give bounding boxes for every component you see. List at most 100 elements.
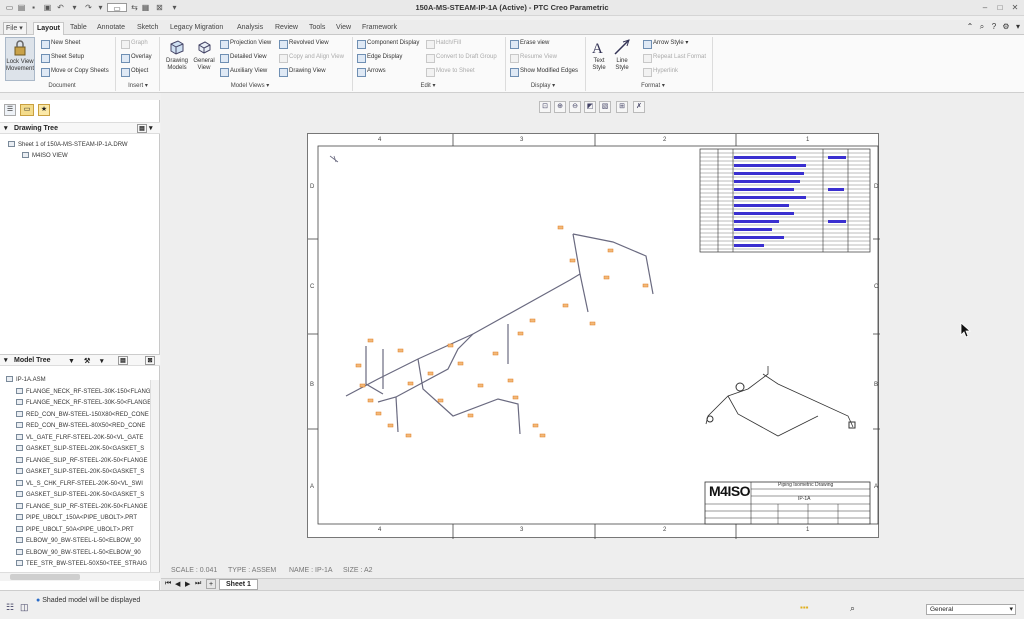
- tree-item-part[interactable]: GASKET_SLIP-STEEL-20K-50<GASKET_S: [16, 490, 150, 500]
- tree-item-part[interactable]: VL_GATE_FLRF-STEEL-20K-50<VL_GATE: [16, 433, 150, 443]
- refit-icon[interactable]: ⊡: [539, 101, 551, 113]
- tree-item-part[interactable]: ELBOW_90_BW-STEEL-L-50<ELBOW_90: [16, 536, 150, 546]
- navigator-toggle-icon[interactable]: ☷: [6, 602, 14, 613]
- edge-display-button[interactable]: Edge Display: [356, 52, 402, 63]
- hscroll-thumb[interactable]: [10, 574, 80, 580]
- copy-align-view-button[interactable]: Copy and Align View: [278, 52, 344, 63]
- close-button[interactable]: ✕: [1009, 2, 1021, 13]
- favorites-tab-icon[interactable]: ★: [38, 104, 50, 116]
- annotation-display-icon[interactable]: ✗: [633, 101, 645, 113]
- edit-group-label[interactable]: Edit ▾: [410, 81, 446, 91]
- tab-analysis[interactable]: Analysis: [235, 22, 265, 35]
- tab-view[interactable]: View: [334, 22, 353, 35]
- tree-item-part[interactable]: FLANGE_SLIP_RF-STEEL-20K-50<FLANGE: [16, 456, 150, 466]
- prev-sheet-icon[interactable]: ◀: [175, 580, 180, 588]
- datum-display-icon[interactable]: ⊞: [616, 101, 628, 113]
- format-group-label[interactable]: Format ▾: [630, 81, 676, 91]
- close-panel-icon[interactable]: ⊠: [145, 356, 155, 365]
- graph-button[interactable]: Graph: [120, 38, 148, 49]
- tree-item-part[interactable]: GASKET_SLIP-STEEL-20K-50<GASKET_S: [16, 467, 150, 477]
- tree-item-assembly[interactable]: IP-1A.ASM: [6, 375, 146, 385]
- model-views-group-label[interactable]: Model Views ▾: [200, 81, 300, 91]
- tab-framework[interactable]: Framework: [360, 22, 399, 35]
- detailed-view-button[interactable]: Detailed View: [219, 52, 267, 63]
- help-icon[interactable]: ?: [989, 22, 999, 32]
- move-copy-sheets-button[interactable]: Move or Copy Sheets: [40, 66, 109, 77]
- settings-icon[interactable]: ⚙: [1001, 22, 1011, 32]
- auxiliary-view-button[interactable]: Auxiliary View: [219, 66, 267, 77]
- convert-draft-group-button[interactable]: Convert to Draft Group: [425, 52, 497, 63]
- tree-item-part[interactable]: PIPE_UBOLT_50A<PIPE_UBOLT>.PRT: [16, 525, 150, 535]
- drawing-view-button[interactable]: Drawing View: [278, 66, 326, 77]
- collapse-arrow-icon[interactable]: ▾: [4, 123, 8, 135]
- text-style-button[interactable]: A Text Style: [588, 37, 610, 81]
- model-tree-options-icon[interactable]: ▤: [118, 356, 128, 365]
- find-icon[interactable]: ⌕: [850, 603, 855, 614]
- tree-item-part[interactable]: GASKET_SLIP-STEEL-20K-50<GASKET_S: [16, 444, 150, 454]
- line-style-button[interactable]: Line Style: [611, 37, 633, 81]
- tab-review[interactable]: Review: [273, 22, 300, 35]
- erase-view-button[interactable]: Erase view: [509, 38, 549, 49]
- show-modified-edges-button[interactable]: Show Modified Edges: [509, 66, 578, 77]
- add-sheet-icon[interactable]: +: [206, 579, 216, 589]
- browser-toggle-icon[interactable]: ◫: [20, 602, 29, 613]
- insert-group-label[interactable]: Insert ▾: [120, 81, 156, 91]
- revolved-view-button[interactable]: Revolved View: [278, 38, 329, 49]
- last-sheet-icon[interactable]: ⏭: [195, 580, 201, 588]
- ribbon-collapse-icon[interactable]: ⌃: [965, 22, 975, 32]
- drawing-models-button[interactable]: Drawing Models: [162, 37, 192, 81]
- drawing-sheet[interactable]: M4ISO Piping Isometric Drawing IP-1A 4 4 3…: [307, 133, 880, 539]
- maximize-button[interactable]: □: [994, 2, 1006, 13]
- tab-legacy-migration[interactable]: Legacy Migration: [168, 22, 225, 35]
- tree-item-part[interactable]: TEE_STR_BW-STEEL-50X50<TEE_STRAIG: [16, 559, 150, 569]
- tree-tools-icon[interactable]: ⚒: [84, 356, 90, 368]
- expand-icon[interactable]: ▾: [1013, 22, 1023, 32]
- tab-layout[interactable]: Layout: [33, 22, 64, 35]
- tree-item-part[interactable]: FLANGE_NECK_RF-STEEL-30K-150<FLANG: [16, 387, 150, 397]
- tree-item-part[interactable]: RED_CON_BW-STEEL-80X50<RED_CONE: [16, 421, 150, 431]
- sheet-setup-button[interactable]: Sheet Setup: [40, 52, 84, 63]
- object-button[interactable]: Object: [120, 66, 148, 77]
- tree-item-part[interactable]: RED_CON_BW-STEEL-150X80<RED_CONE: [16, 410, 150, 420]
- move-to-sheet-button[interactable]: Move to Sheet: [425, 66, 475, 77]
- tree-settings-icon[interactable]: ▾: [100, 356, 104, 368]
- filter-icon[interactable]: ▼: [68, 356, 75, 368]
- general-view-button[interactable]: General View: [189, 37, 219, 81]
- tree-item-part[interactable]: FLANGE_SLIP_RF-STEEL-20K-50<FLANGE: [16, 502, 150, 512]
- folder-browser-tab-icon[interactable]: ▭: [20, 104, 34, 116]
- tab-file[interactable]: File ▾: [3, 22, 27, 35]
- model-tree-hscrollbar[interactable]: [0, 572, 160, 581]
- arrows-button[interactable]: Arrows: [356, 66, 386, 77]
- new-sheet-button[interactable]: New Sheet: [40, 38, 80, 49]
- resume-view-button[interactable]: Resume View: [509, 52, 557, 63]
- display-style-icon[interactable]: ▧: [599, 101, 611, 113]
- display-group-label[interactable]: Display ▾: [520, 81, 566, 91]
- first-sheet-icon[interactable]: ⏮: [165, 580, 171, 588]
- zoom-in-icon[interactable]: ⊕: [554, 101, 566, 113]
- tree-item-part[interactable]: ELBOW_90_BW-STEEL-L-50<ELBOW_90: [16, 548, 150, 558]
- collapse-arrow-icon[interactable]: ▾: [4, 355, 8, 367]
- tab-tools[interactable]: Tools: [307, 22, 327, 35]
- next-sheet-icon[interactable]: ▶: [185, 580, 190, 588]
- repaint-icon[interactable]: ◩: [584, 101, 596, 113]
- arrow-style-button[interactable]: Arrow Style ▾: [642, 38, 688, 49]
- tree-item-part[interactable]: PIPE_UBOLT_150A<PIPE_UBOLT>.PRT: [16, 513, 150, 523]
- tree-item-part[interactable]: VL_S_CHK_FLRF-STEEL-20K-50<VL_SWI: [16, 479, 150, 489]
- sheet-tab-1[interactable]: Sheet 1: [219, 579, 258, 590]
- minimize-button[interactable]: –: [979, 2, 991, 13]
- hatch-fill-button[interactable]: Hatch/Fill: [425, 38, 461, 49]
- zoom-out-icon[interactable]: ⊖: [569, 101, 581, 113]
- tab-sketch[interactable]: Sketch: [135, 22, 160, 35]
- tree-item-sheet[interactable]: Sheet 1 of 150A-MS-STEAM-IP-1A.DRW: [8, 140, 128, 150]
- repeat-last-format-button[interactable]: Repeat Last Format: [642, 52, 706, 63]
- tab-table[interactable]: Table: [68, 22, 89, 35]
- tree-item-view[interactable]: M4ISO VIEW: [22, 151, 68, 161]
- search-icon[interactable]: ⌕: [977, 22, 987, 32]
- lock-view-movement-button[interactable]: Lock View Movement: [5, 37, 35, 81]
- selection-filter-dropdown[interactable]: General ▾: [926, 604, 1016, 615]
- overlay-button[interactable]: Overlay: [120, 52, 152, 63]
- tab-annotate[interactable]: Annotate: [95, 22, 127, 35]
- component-display-button[interactable]: Component Display: [356, 38, 419, 49]
- drawing-tree-options-icon[interactable]: ▤: [137, 124, 147, 133]
- tree-item-part[interactable]: FLANGE_NECK_RF-STEEL-30K-50<FLANGE: [16, 398, 150, 408]
